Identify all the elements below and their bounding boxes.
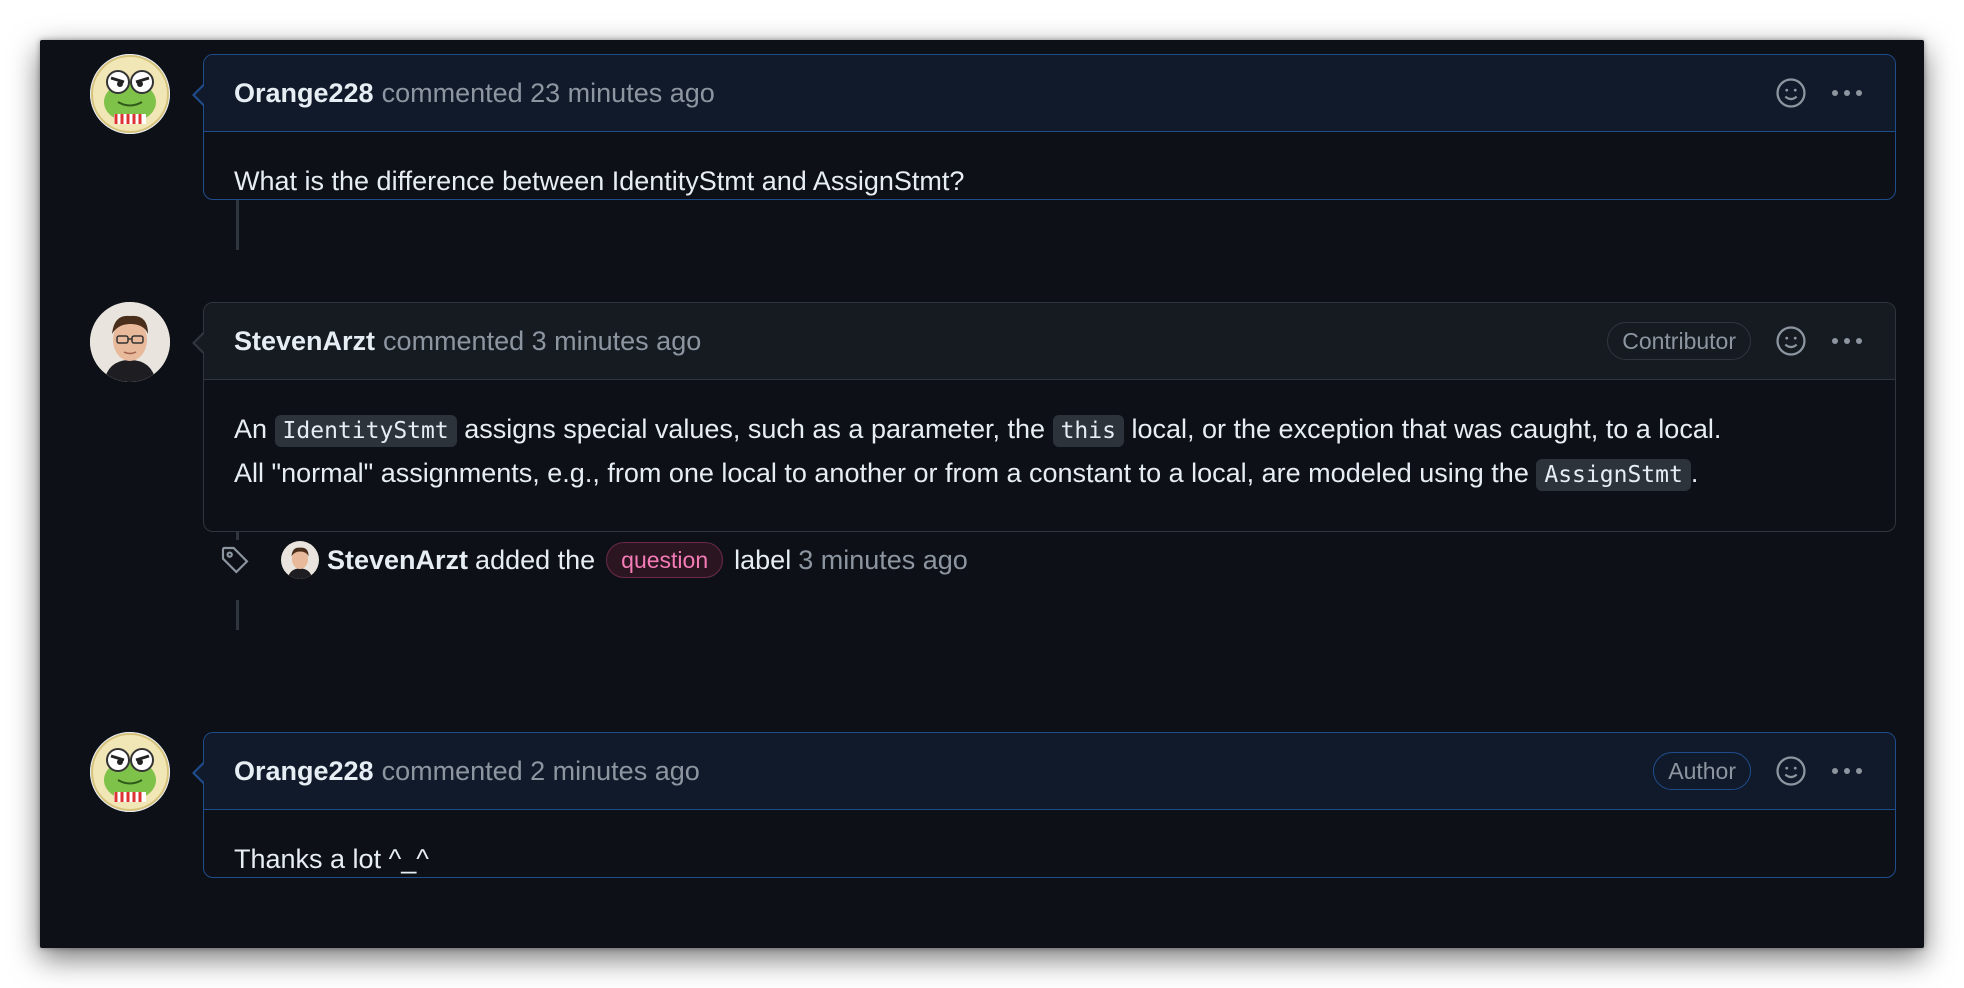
issue-timeline: Orange228 commented 23 minutes ago What … [40, 40, 1924, 948]
avatar-orange228[interactable] [90, 54, 170, 134]
avatar-stevenarzt-small[interactable] [281, 541, 319, 579]
kebab-horizontal-icon[interactable] [1829, 753, 1865, 789]
comment-3: Orange228 commented 2 minutes ago Author… [192, 732, 1896, 878]
event-text: label [734, 544, 792, 575]
comment-timestamp[interactable]: commented 3 minutes ago [383, 326, 701, 357]
event-actor[interactable]: StevenArzt [327, 545, 468, 576]
frog-avatar-icon [90, 54, 170, 134]
comment-body: Thanks a lot ^_^ [234, 844, 429, 874]
smiley-icon[interactable] [1773, 75, 1809, 111]
comment-timestamp[interactable]: commented 2 minutes ago [382, 756, 700, 787]
inline-code: AssignStmt [1536, 459, 1691, 491]
comment-header: Orange228 commented 2 minutes ago Author [204, 733, 1895, 810]
event-timestamp[interactable]: 3 minutes ago [798, 545, 968, 576]
comment-author[interactable]: Orange228 [234, 78, 374, 109]
avatar-stevenarzt[interactable] [90, 302, 170, 382]
avatar-orange228[interactable] [90, 732, 170, 812]
comment-2: StevenArzt commented 3 minutes ago Contr… [192, 302, 1896, 532]
inline-code: IdentityStmt [274, 415, 457, 447]
comment-author[interactable]: StevenArzt [234, 326, 375, 357]
comment-header: Orange228 commented 23 minutes ago [204, 55, 1895, 132]
event-text: added the [475, 544, 596, 575]
smiley-icon[interactable] [1773, 753, 1809, 789]
comment-header: StevenArzt commented 3 minutes ago Contr… [204, 303, 1895, 380]
contributor-badge: Contributor [1607, 322, 1751, 360]
kebab-horizontal-icon[interactable] [1829, 75, 1865, 111]
question-label[interactable]: question [606, 542, 724, 578]
person-avatar-icon [281, 541, 319, 579]
timeline-line [236, 600, 239, 630]
inline-code: this [1052, 415, 1124, 447]
comment-timestamp[interactable]: commented 23 minutes ago [382, 78, 715, 109]
comment-author[interactable]: Orange228 [234, 756, 374, 787]
kebab-horizontal-icon[interactable] [1829, 323, 1865, 359]
label-event: StevenArzt added the question label 3 mi… [215, 530, 968, 590]
comment-1: Orange228 commented 23 minutes ago What … [192, 54, 1896, 200]
comment-body: An IdentityStmt assigns special values, … [204, 380, 1895, 523]
tag-icon [215, 540, 255, 580]
smiley-icon[interactable] [1773, 323, 1809, 359]
frog-avatar-icon [90, 732, 170, 812]
comment-body: What is the difference between IdentityS… [234, 166, 965, 196]
person-avatar-icon [90, 302, 170, 382]
author-badge: Author [1653, 752, 1751, 790]
